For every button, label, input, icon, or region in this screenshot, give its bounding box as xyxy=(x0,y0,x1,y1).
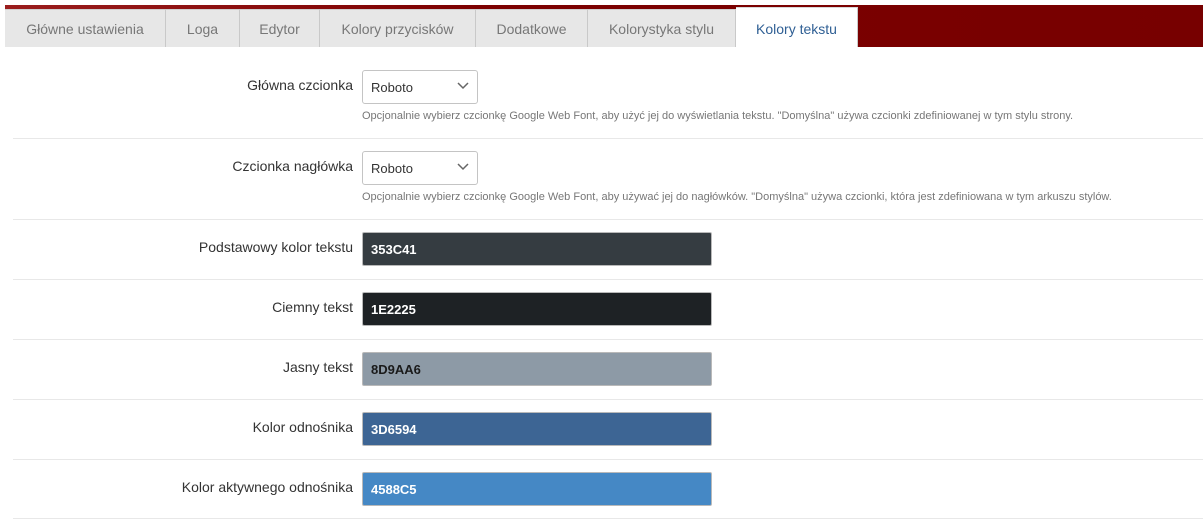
heading-font-label: Czcionka nagłówka xyxy=(232,158,353,174)
heading-font-value: Roboto xyxy=(371,160,413,176)
divider xyxy=(13,339,1203,340)
tab-bar: Główne ustawienia Loga Edytor Kolory prz… xyxy=(5,5,1203,49)
color-value: 3D6594 xyxy=(371,421,417,437)
main-font-value: Roboto xyxy=(371,79,413,95)
chevron-down-icon xyxy=(457,163,469,171)
active-link-color-label: Kolor aktywnego odnośnika xyxy=(181,479,353,495)
tab-edytor[interactable]: Edytor xyxy=(240,9,320,47)
link-color-input[interactable]: 3D6594 xyxy=(362,412,712,446)
divider xyxy=(13,219,1203,220)
color-value: 4588C5 xyxy=(371,481,417,497)
tab-label: Kolorystyka stylu xyxy=(608,20,715,37)
color-value: 1E2225 xyxy=(371,301,416,317)
tab-dodatkowe[interactable]: Dodatkowe xyxy=(476,9,588,47)
tab-label: Kolory tekstu xyxy=(756,20,837,37)
settings-page: Główne ustawienia Loga Edytor Kolory prz… xyxy=(0,0,1203,522)
base-text-color-label: Podstawowy kolor tekstu xyxy=(198,239,353,255)
active-link-color-input[interactable]: 4588C5 xyxy=(362,472,712,506)
link-color-label: Kolor odnośnika xyxy=(252,419,353,435)
heading-font-help: Opcjonalnie wybierz czcionkę Google Web … xyxy=(362,191,1112,203)
divider xyxy=(13,459,1203,460)
color-value: 8D9AA6 xyxy=(371,361,421,377)
tab-kolorystyka-stylu[interactable]: Kolorystyka stylu xyxy=(588,9,736,47)
dark-text-color-input[interactable]: 1E2225 xyxy=(362,292,712,326)
main-font-label: Główna czcionka xyxy=(247,77,353,93)
settings-panel: Główna czcionka Roboto Opcjonalnie wybie… xyxy=(5,47,1203,522)
tab-glowne-ustawienia[interactable]: Główne ustawienia xyxy=(5,9,166,47)
tab-label: Edytor xyxy=(259,20,300,37)
divider xyxy=(13,518,1203,519)
tab-label: Loga xyxy=(186,20,219,37)
dark-text-color-label: Ciemny tekst xyxy=(272,299,353,315)
light-text-color-input[interactable]: 8D9AA6 xyxy=(362,352,712,386)
tab-label: Dodatkowe xyxy=(496,20,567,37)
chevron-down-icon xyxy=(457,82,469,90)
tab-kolory-tekstu[interactable]: Kolory tekstu xyxy=(736,7,858,49)
divider xyxy=(13,138,1203,139)
color-value: 353C41 xyxy=(371,241,417,257)
divider xyxy=(13,399,1203,400)
tab-kolory-przyciskow[interactable]: Kolory przycisków xyxy=(320,9,476,47)
tab-label: Główne ustawienia xyxy=(26,20,144,37)
base-text-color-input[interactable]: 353C41 xyxy=(362,232,712,266)
tab-loga[interactable]: Loga xyxy=(166,9,240,47)
divider xyxy=(13,279,1203,280)
light-text-color-label: Jasny tekst xyxy=(282,359,353,375)
main-font-select[interactable]: Roboto xyxy=(362,70,478,104)
tab-label: Kolory przycisków xyxy=(341,20,454,37)
heading-font-select[interactable]: Roboto xyxy=(362,151,478,185)
main-font-help: Opcjonalnie wybierz czcionkę Google Web … xyxy=(362,110,1074,122)
